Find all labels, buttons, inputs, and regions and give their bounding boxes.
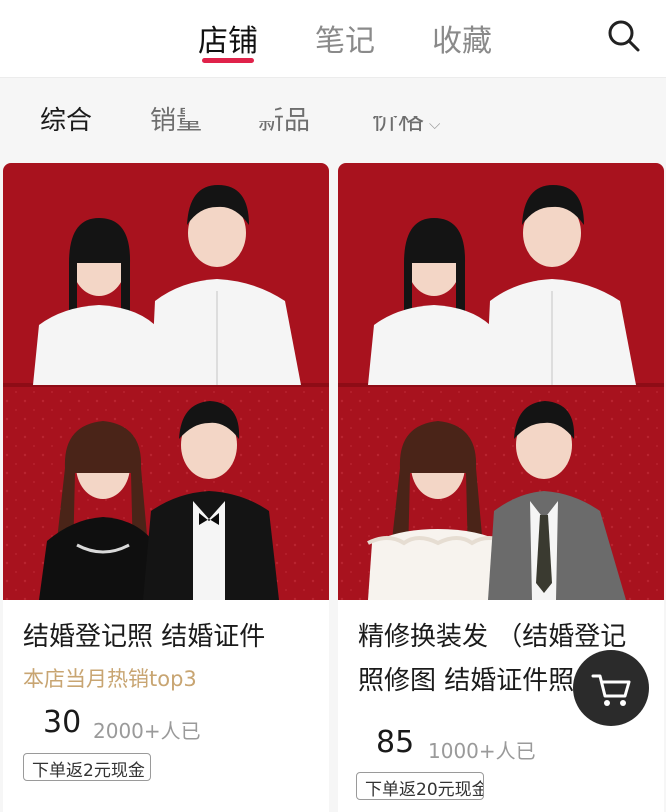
- search-icon: [608, 20, 640, 52]
- cashback-coupon: 下单返2元现金: [23, 753, 151, 781]
- promo-tag: 本店当月热销top3: [23, 667, 197, 691]
- cart-icon: [591, 674, 631, 706]
- product-image: [338, 163, 664, 600]
- redaction-bar: [348, 102, 452, 116]
- filter-comprehensive[interactable]: 综合: [40, 100, 92, 137]
- product-card[interactable]: 结婚登记照 结婚证件 本店当月热销top3 30 2000+人已 下单返2元现金: [3, 163, 329, 812]
- sold-count: 1000+人已: [428, 739, 536, 763]
- tab-favorites[interactable]: 收藏: [432, 16, 492, 60]
- tab-shop[interactable]: 店铺: [198, 16, 258, 60]
- cashback-coupon: 下单返20元现金: [356, 772, 484, 800]
- product-grid: 结婚登记照 结婚证件 本店当月热销top3 30 2000+人已 下单返2元现金: [0, 153, 666, 812]
- top-tab-bar: 店铺 笔记 收藏: [0, 0, 666, 76]
- cart-button[interactable]: [573, 650, 649, 726]
- product-price: 85: [376, 725, 415, 760]
- sold-count: 2000+人已: [93, 719, 201, 743]
- product-title: 结婚登记照 结婚证件: [23, 622, 266, 652]
- redaction-bar: [185, 103, 275, 121]
- sort-filter-bar: 综合 销量 新品 价格 ⌵: [0, 77, 666, 153]
- product-price: 30: [43, 705, 82, 740]
- tab-notes[interactable]: 笔记: [315, 16, 375, 60]
- product-image: [3, 163, 329, 600]
- search-button[interactable]: [602, 14, 646, 58]
- chevron-down-icon: ⌵: [429, 115, 441, 133]
- active-tab-indicator: [202, 58, 254, 63]
